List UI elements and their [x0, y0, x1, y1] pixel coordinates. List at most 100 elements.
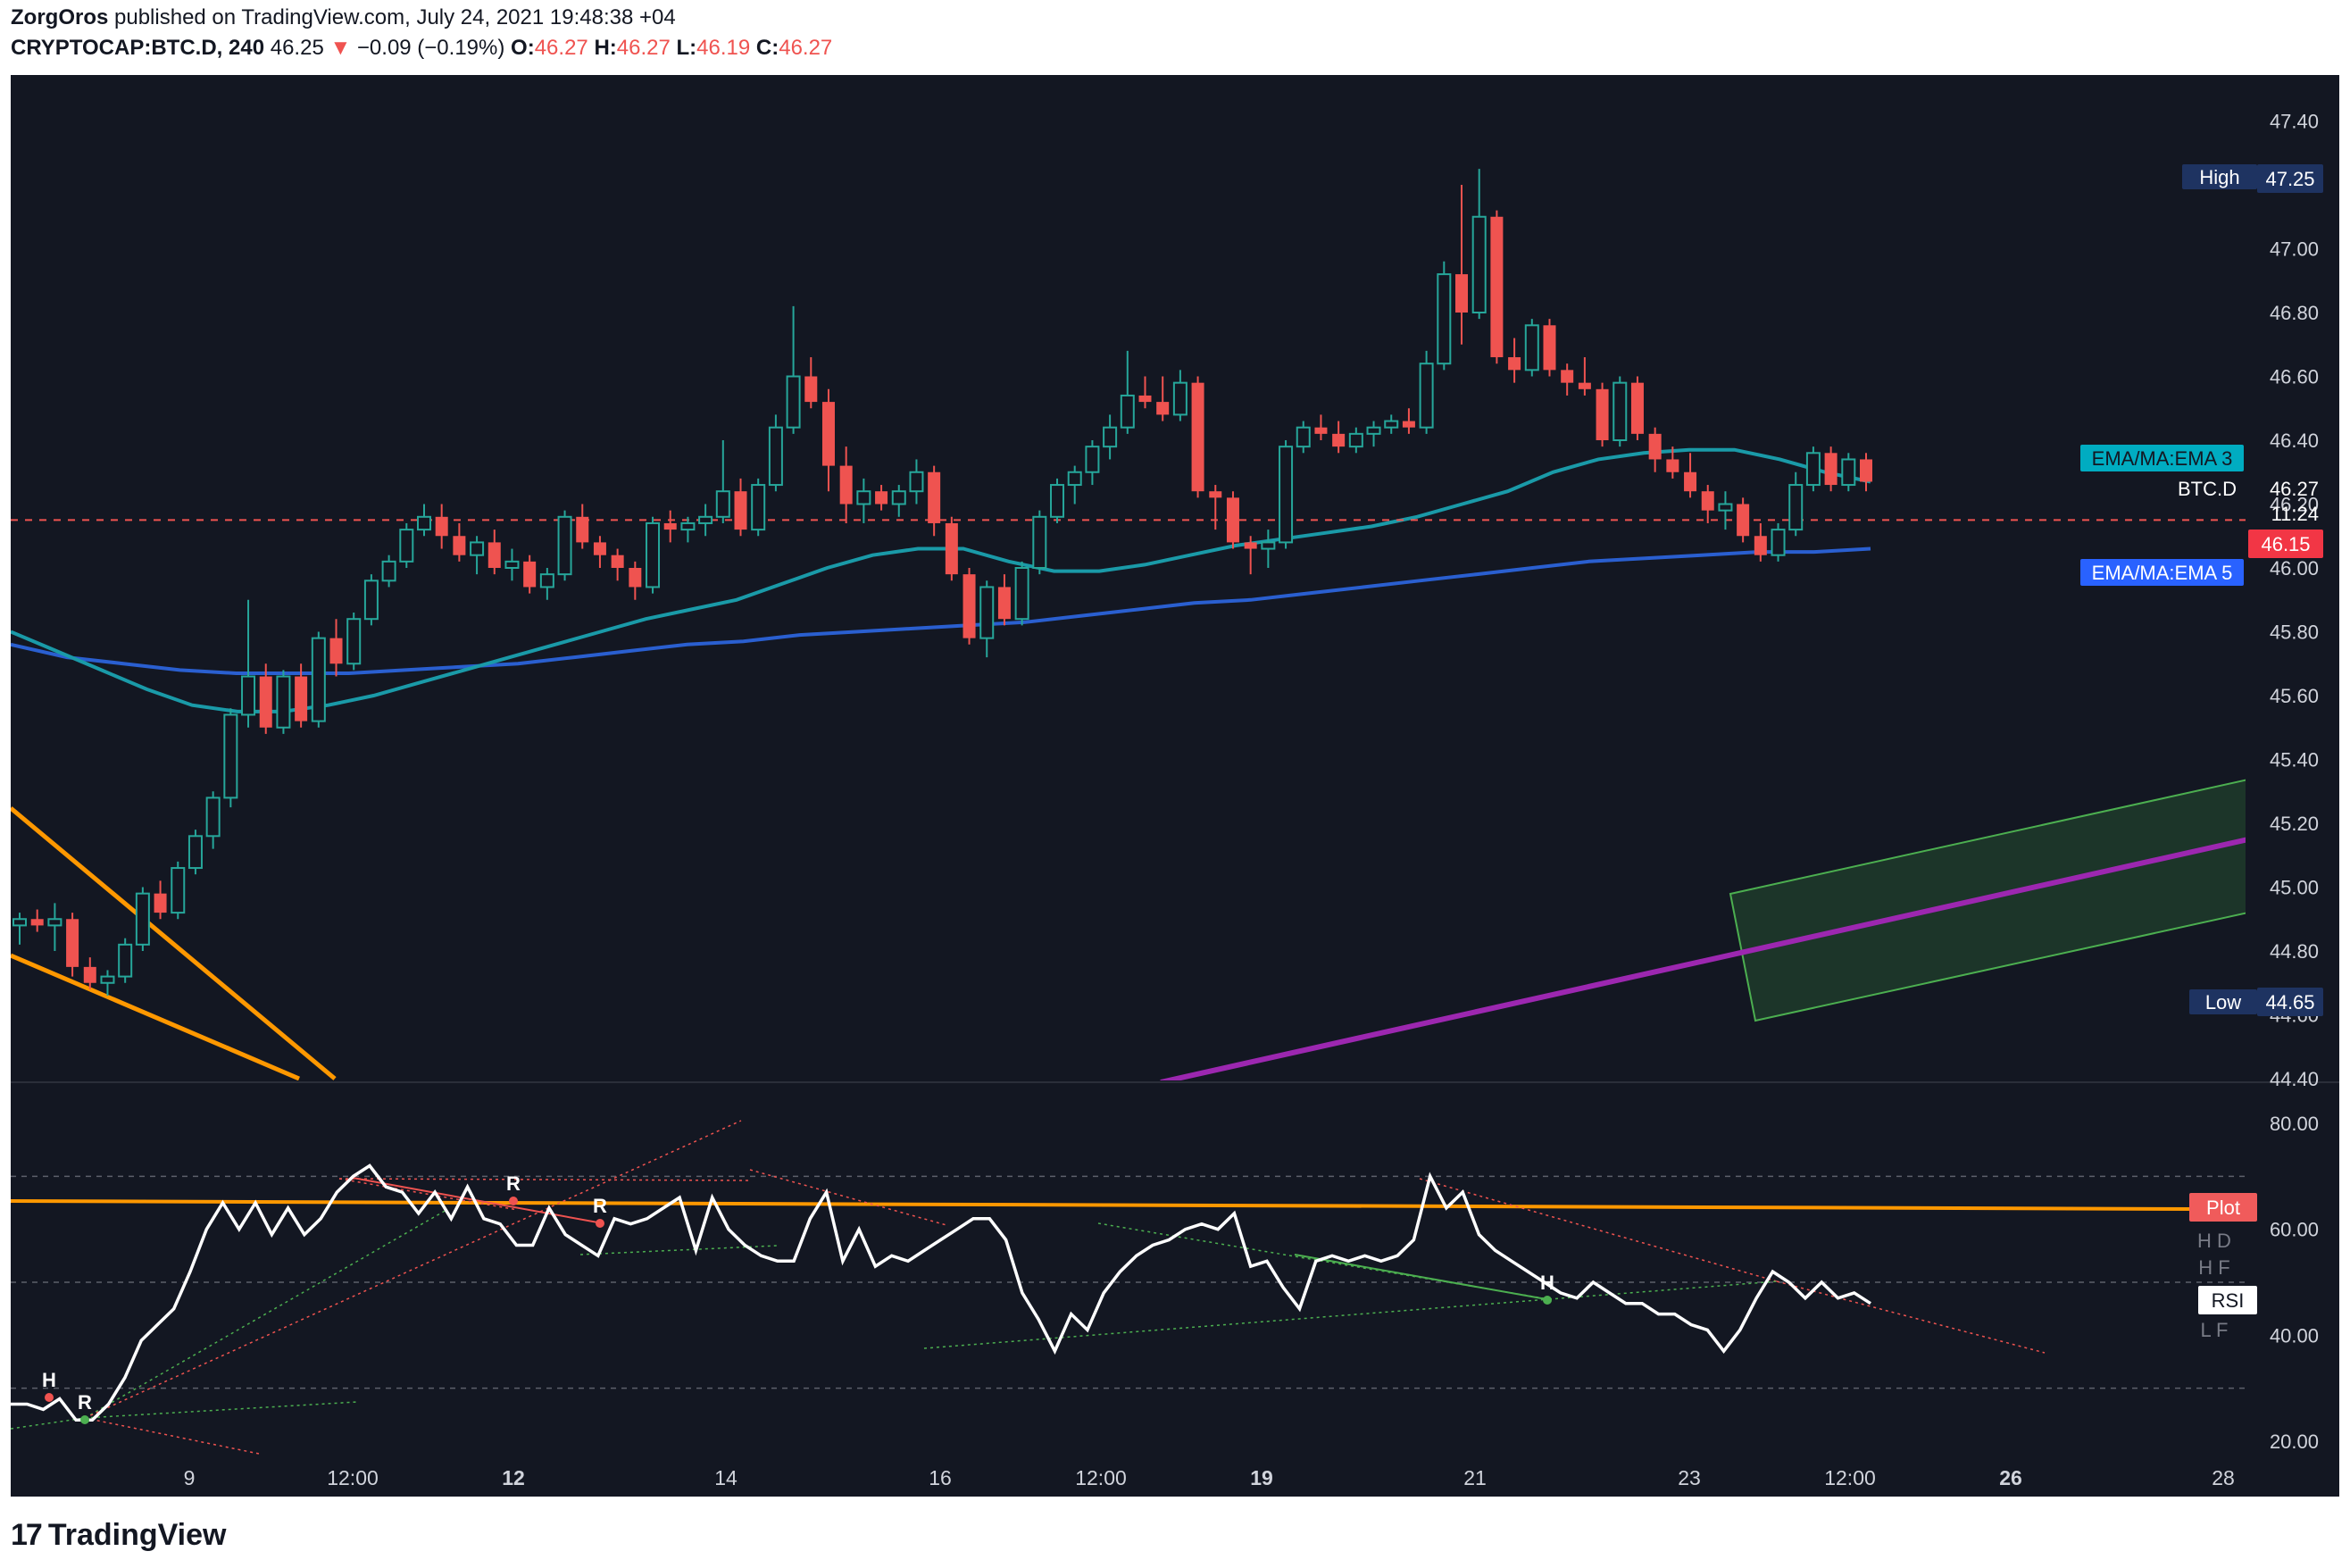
candle-body [416, 515, 431, 531]
candle-body [1050, 484, 1065, 518]
last-price-label[interactable]: 46.15 [2248, 530, 2323, 558]
candle-body [154, 893, 167, 913]
time-tick: 28 [2212, 1466, 2235, 1489]
price-tick: 45.20 [2270, 813, 2319, 835]
low-label[interactable]: Low [2189, 989, 2257, 1014]
time-tick: 12:00 [1075, 1466, 1127, 1489]
candle[interactable] [363, 574, 379, 626]
candle[interactable] [1490, 210, 1504, 364]
candle[interactable] [1824, 446, 1838, 492]
low-label-text: Low [2205, 991, 2241, 1013]
candle[interactable] [311, 631, 326, 728]
candle-body [786, 375, 801, 429]
candle[interactable] [1014, 561, 1029, 626]
candle[interactable] [1771, 522, 1786, 562]
candle[interactable] [1841, 453, 1856, 492]
candle-body [311, 637, 326, 722]
candle[interactable] [1279, 440, 1294, 549]
candle[interactable] [1543, 319, 1556, 377]
candle-body [576, 516, 589, 543]
candle-body [715, 490, 730, 518]
candle-body [12, 918, 27, 927]
candle[interactable] [1191, 376, 1204, 498]
candle-body [276, 675, 291, 729]
candle[interactable] [1737, 497, 1750, 543]
candle[interactable] [1630, 376, 1644, 441]
candle[interactable] [135, 887, 150, 952]
time-tick: 19 [1250, 1466, 1273, 1489]
candle[interactable] [223, 708, 238, 808]
last-price-label-text: 46.15 [2261, 533, 2310, 555]
candle[interactable] [188, 830, 203, 875]
candle[interactable] [1612, 376, 1628, 447]
candle-body [1561, 370, 1574, 383]
candle[interactable] [1524, 319, 1539, 377]
candle-body [1120, 394, 1135, 429]
candle[interactable] [1032, 510, 1047, 575]
high-value[interactable]: 47.25 [2257, 164, 2323, 193]
tradingview-logo[interactable]: 17 TradingView [11, 1518, 226, 1553]
candle[interactable] [276, 670, 291, 734]
candle-body [1841, 458, 1856, 487]
candle[interactable] [1419, 350, 1434, 434]
candle-body [381, 560, 396, 582]
candle-body [1471, 215, 1487, 313]
candle[interactable] [557, 510, 572, 581]
candle[interactable] [1596, 382, 1609, 447]
pivot-dot [596, 1219, 604, 1228]
low-value[interactable]: 44.65 [2257, 988, 2323, 1016]
candle-body [1067, 471, 1082, 487]
candle-body [47, 918, 62, 927]
candle[interactable] [171, 861, 186, 920]
ema3-label[interactable]: EMA/MA:EMA 3 [2080, 445, 2244, 471]
candle[interactable] [66, 913, 79, 977]
candle-body [1508, 357, 1521, 371]
candle[interactable] [1437, 261, 1452, 371]
rsi-tick: 80.00 [2270, 1113, 2319, 1135]
hf-label: H F [2198, 1256, 2229, 1279]
candle-body [698, 515, 713, 524]
candle[interactable] [962, 568, 976, 645]
candle-body [453, 536, 466, 555]
candle-body [1701, 491, 1714, 511]
candle-body [100, 975, 115, 984]
candle-body [435, 516, 448, 537]
candle-body [1314, 427, 1328, 434]
candle-body [223, 713, 238, 799]
candle-body [1384, 420, 1399, 429]
plot-label[interactable]: Plot [2189, 1193, 2257, 1222]
candle-body [593, 542, 606, 555]
candle-body [875, 491, 888, 505]
candle-body [1612, 381, 1628, 441]
price-tick: 44.80 [2270, 940, 2319, 963]
candle[interactable] [118, 938, 133, 983]
candle[interactable] [1226, 491, 1239, 549]
candle-body [821, 402, 835, 466]
candle-body [1788, 484, 1804, 531]
candle-body [1261, 541, 1276, 550]
candle-body [804, 376, 818, 403]
candle[interactable] [646, 516, 661, 594]
ema5-label[interactable]: EMA/MA:EMA 5 [2080, 559, 2244, 586]
candle[interactable] [1050, 478, 1065, 523]
candle[interactable] [751, 478, 766, 537]
candle-body [1524, 324, 1539, 371]
chart-canvas[interactable]: HRRRH 47.4047.2047.0046.8046.6046.4046.2… [0, 0, 2350, 1568]
candle-body [504, 560, 520, 569]
time-tick: 26 [1999, 1466, 2022, 1489]
candle-body [1860, 459, 1872, 482]
low-value-text: 44.65 [2265, 991, 2314, 1013]
candle-body [1402, 421, 1415, 428]
candle[interactable] [346, 613, 362, 671]
candle-body [1718, 503, 1733, 512]
high-label[interactable]: High [2182, 164, 2257, 189]
plot-label-text: Plot [2206, 1197, 2240, 1219]
candle-body [1455, 274, 1469, 313]
candle[interactable] [1805, 446, 1821, 492]
candle[interactable] [945, 516, 958, 581]
candle[interactable] [399, 522, 414, 568]
candle-body [1348, 432, 1363, 448]
candle-body [241, 675, 256, 716]
rsi-label[interactable]: RSI [2198, 1286, 2257, 1314]
btcd-value: 46.27 [2270, 478, 2319, 500]
